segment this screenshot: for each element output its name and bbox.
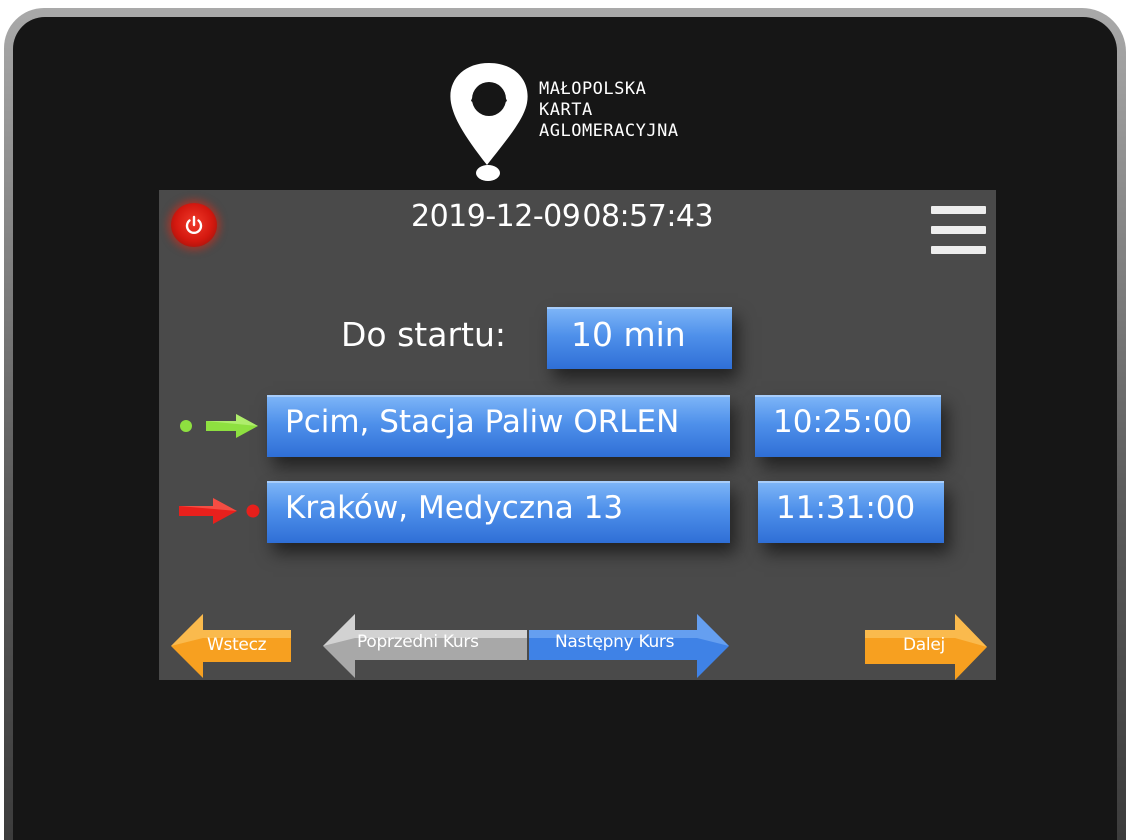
touch-screen: 2019-12-0908:57:43 Do startu: 10 min Pci… <box>159 190 996 680</box>
location-pin-logo-icon <box>450 63 528 181</box>
brand-line-2: KARTA <box>539 100 593 120</box>
previous-course-button[interactable]: Poprzedni Kurs <box>321 614 529 678</box>
device-bezel: MAŁOPOLSKA KARTA AGLOMERACYJNA 2019-12-0… <box>13 17 1117 840</box>
brand-line-3: AGLOMERACYJNA <box>539 121 679 141</box>
end-stop-name[interactable]: Kraków, Medyczna 13 <box>267 481 730 543</box>
previous-course-label: Poprzedni Kurs <box>357 632 479 652</box>
power-button[interactable] <box>171 203 217 247</box>
green-arrow-icon <box>180 414 258 438</box>
power-icon <box>185 215 203 235</box>
red-arrow-icon <box>179 498 260 524</box>
start-countdown: 10 min <box>547 307 732 369</box>
next-course-label: Następny Kurs <box>555 632 675 652</box>
brand-logo: MAŁOPOLSKA KARTA AGLOMERACYJNA <box>441 57 741 187</box>
next-course-button[interactable]: Następny Kurs <box>529 614 731 678</box>
start-stop-time: 10:25:00 <box>755 395 941 457</box>
current-date: 2019-12-09 <box>411 199 581 234</box>
start-stop-name[interactable]: Pcim, Stacja Paliw ORLEN <box>267 395 730 457</box>
current-time: 08:57:43 <box>582 199 714 234</box>
hamburger-menu-icon[interactable] <box>931 206 989 260</box>
brand-line-1: MAŁOPOLSKA <box>539 79 647 99</box>
back-label: Wstecz <box>207 635 267 655</box>
back-button[interactable]: Wstecz <box>169 614 293 678</box>
next-label: Dalej <box>903 635 945 655</box>
device-frame: MAŁOPOLSKA KARTA AGLOMERACYJNA 2019-12-0… <box>4 8 1126 840</box>
start-label: Do startu: <box>341 315 506 354</box>
next-button[interactable]: Dalej <box>863 614 989 680</box>
brand-name: MAŁOPOLSKA KARTA AGLOMERACYJNA <box>539 79 679 142</box>
end-stop-time: 11:31:00 <box>758 481 944 543</box>
date-time: 2019-12-0908:57:43 <box>411 199 715 234</box>
